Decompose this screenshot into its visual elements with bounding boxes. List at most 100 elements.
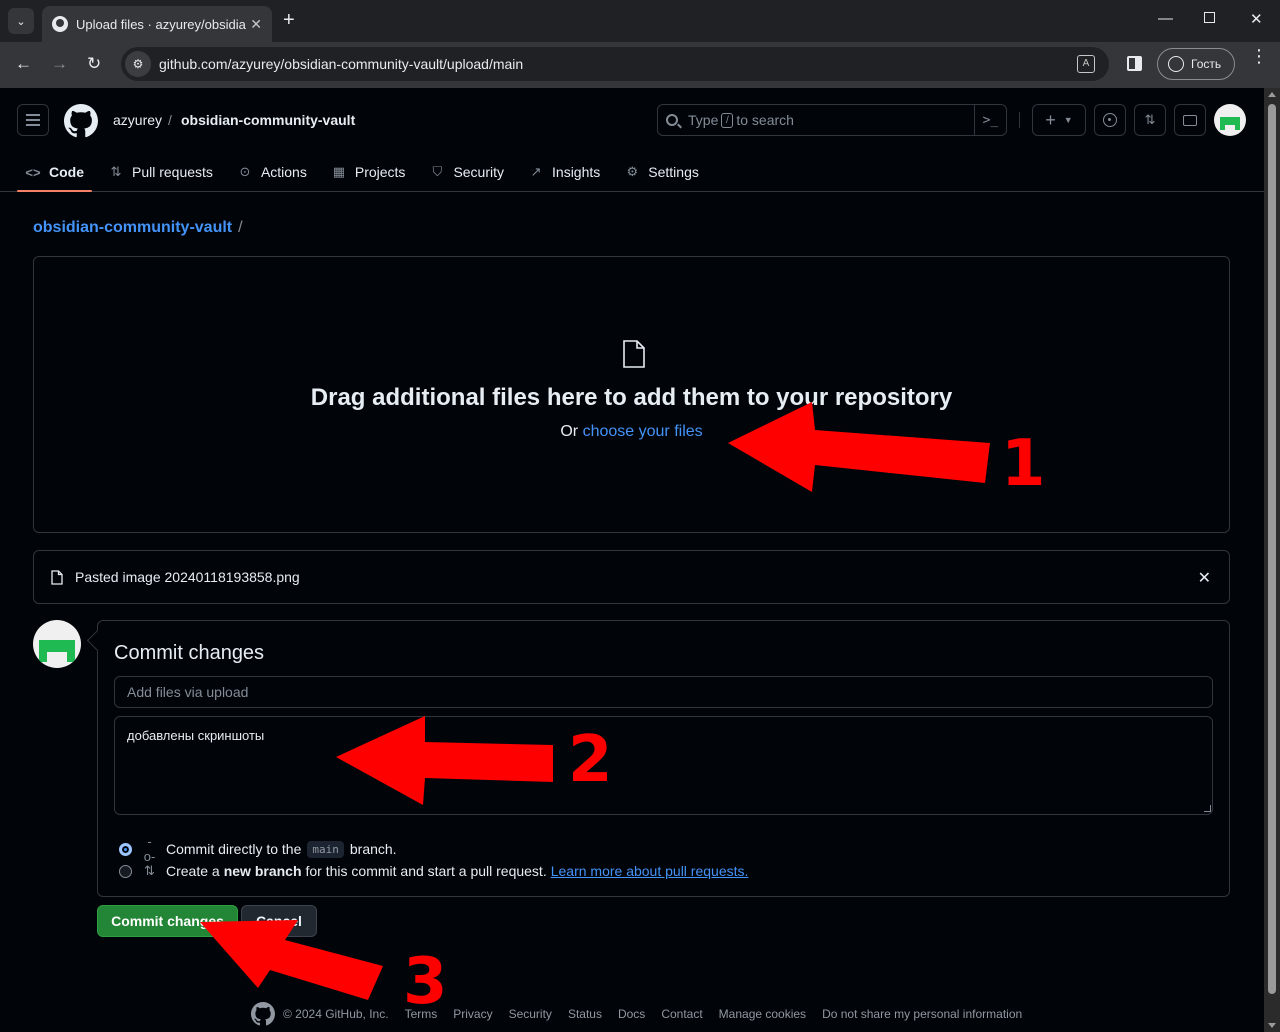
commit-description-textarea[interactable]: добавлены скриншоты	[114, 716, 1213, 815]
choose-files-link[interactable]: choose your files	[583, 423, 703, 440]
commit-direct-prefix: Commit directly to the	[166, 841, 302, 857]
footer-copyright: © 2024 GitHub, Inc.	[283, 1007, 389, 1021]
side-panel-icon[interactable]	[1127, 56, 1142, 71]
new-branch-bold: new branch	[223, 863, 302, 879]
commit-direct-option[interactable]: -o- Commit directly to the main branch.	[119, 834, 397, 864]
commit-new-branch-option[interactable]: ⇅ Create a new branch for this commit an…	[119, 863, 748, 879]
tab-label: Pull requests	[132, 164, 213, 180]
tab-settings[interactable]: ⚙ Settings	[616, 152, 707, 192]
breadcrumb: obsidian-community-vault /	[33, 219, 243, 237]
remove-file-icon[interactable]: ✕	[1198, 568, 1211, 588]
tab-search-button[interactable]: ⌄	[8, 8, 34, 34]
repo-name-link[interactable]: obsidian-community-vault	[181, 112, 355, 128]
commit-direct-suffix: branch.	[349, 841, 397, 857]
textarea-resize-handle[interactable]	[1204, 805, 1211, 812]
pull-requests-button[interactable]: ⇅	[1134, 104, 1166, 136]
file-drop-zone[interactable]: Drag additional files here to add them t…	[33, 256, 1230, 533]
browser-tab-active[interactable]: Upload files · azyurey/obsidian- ✕	[42, 6, 272, 42]
browser-menu-icon[interactable]: ⋮	[1250, 47, 1268, 65]
tab-security[interactable]: ⛉ Security	[421, 152, 512, 192]
tab-code[interactable]: <> Code	[17, 152, 92, 192]
annotation-label-3: 3	[403, 945, 448, 1019]
close-window-icon[interactable]: ✕	[1250, 10, 1263, 28]
committer-avatar	[33, 620, 81, 668]
footer-link-docs[interactable]: Docs	[618, 1007, 645, 1021]
tab-pull-requests[interactable]: ⇅ Pull requests	[100, 152, 221, 192]
github-header: azyurey / obsidian-community-vault Type …	[0, 88, 1264, 192]
new-branch-radio[interactable]	[119, 864, 132, 878]
tab-label: Code	[49, 164, 84, 180]
drop-zone-subtitle: Or choose your files	[34, 423, 1229, 441]
search-icon	[666, 114, 678, 126]
tab-label: Insights	[552, 164, 601, 180]
play-icon: ⊙	[239, 164, 251, 179]
new-tab-button[interactable]: +	[283, 10, 295, 30]
breadcrumb-repo-link[interactable]: obsidian-community-vault	[33, 219, 232, 236]
repo-owner-link[interactable]: azyurey	[113, 112, 162, 128]
user-avatar[interactable]	[1214, 104, 1246, 136]
tab-actions[interactable]: ⊙ Actions	[229, 152, 315, 192]
cancel-button[interactable]: Cancel	[241, 905, 317, 937]
global-nav-menu-button[interactable]	[17, 104, 49, 136]
translate-icon[interactable]: A	[1077, 55, 1095, 73]
commit-form-title: Commit changes	[114, 642, 265, 664]
maximize-window-icon[interactable]	[1204, 12, 1215, 23]
issues-button[interactable]	[1094, 104, 1126, 136]
url-text: github.com/azyurey/obsidian-community-va…	[159, 56, 524, 72]
back-arrow-icon[interactable]: ←	[15, 54, 32, 74]
scrollbar-thumb[interactable]	[1268, 104, 1276, 994]
triangle-down-icon: ▼	[1063, 115, 1073, 125]
file-icon	[51, 569, 63, 585]
search-input[interactable]: Type / to search >_	[657, 104, 1007, 136]
footer-link-manage-cookies[interactable]: Manage cookies	[719, 1007, 806, 1021]
git-pull-request-icon: ⇅	[110, 164, 122, 179]
browser-toolbar: ← → ↻ ⚙ github.com/azyurey/obsidian-comm…	[0, 42, 1280, 88]
repo-nav: <> Code ⇅ Pull requests ⊙ Actions ▦ Proj…	[17, 152, 715, 192]
file-icon	[623, 340, 645, 368]
footer-link-privacy[interactable]: Privacy	[453, 1007, 492, 1021]
tab-close-icon[interactable]: ✕	[250, 16, 262, 33]
annotation-label-2: 2	[568, 723, 613, 797]
drop-zone-title: Drag additional files here to add them t…	[310, 384, 953, 411]
git-commit-icon: -o-	[143, 834, 156, 864]
footer-link-contact[interactable]: Contact	[661, 1007, 702, 1021]
new-branch-prefix: Create a	[166, 863, 220, 879]
learn-more-pull-requests-link[interactable]: Learn more about pull requests.	[551, 863, 749, 879]
notifications-button[interactable]	[1174, 104, 1206, 136]
address-bar[interactable]: ⚙ github.com/azyurey/obsidian-community-…	[121, 47, 1109, 81]
new-branch-middle: for this commit and start a pull request…	[305, 863, 547, 879]
page-scrollbar[interactable]	[1264, 88, 1280, 1032]
tab-insights[interactable]: ↗ Insights	[520, 152, 608, 192]
table-icon: ▦	[332, 164, 345, 179]
command-palette-icon[interactable]: >_	[974, 105, 1006, 135]
footer-link-do-not-share[interactable]: Do not share my personal information	[822, 1007, 1022, 1021]
footer-link-status[interactable]: Status	[568, 1007, 602, 1021]
minimize-window-icon[interactable]: —	[1158, 10, 1173, 27]
scroll-up-arrow-icon[interactable]	[1268, 92, 1276, 97]
profile-button[interactable]: Гость	[1157, 48, 1235, 80]
tab-label: Actions	[260, 164, 307, 180]
page-footer: © 2024 GitHub, Inc. Terms Privacy Securi…	[251, 1002, 1038, 1026]
shield-icon: ⛉	[432, 164, 443, 179]
owner-repo-separator: /	[168, 112, 172, 128]
tab-projects[interactable]: ▦ Projects	[323, 152, 414, 192]
git-pull-request-icon: ⇅	[1144, 112, 1156, 127]
commit-changes-button[interactable]: Commit changes	[97, 905, 238, 937]
hamburger-icon	[26, 119, 40, 121]
reload-icon[interactable]: ↻	[87, 54, 101, 74]
issue-opened-icon	[1103, 113, 1117, 127]
github-logo-icon[interactable]	[251, 1002, 275, 1026]
commit-summary-input[interactable]	[114, 676, 1213, 708]
create-new-button[interactable]: + ▼	[1032, 104, 1086, 136]
search-placeholder-suffix: to search	[736, 112, 794, 128]
forward-arrow-icon[interactable]: →	[51, 54, 68, 74]
github-logo-icon[interactable]	[64, 104, 98, 138]
tab-title: Upload files · azyurey/obsidian-	[76, 16, 246, 32]
tab-label: Security	[453, 164, 505, 180]
site-settings-icon[interactable]: ⚙	[125, 51, 151, 77]
scroll-down-arrow-icon[interactable]	[1268, 1023, 1276, 1028]
commit-direct-radio[interactable]	[119, 842, 132, 856]
footer-link-security[interactable]: Security	[509, 1007, 552, 1021]
tab-label: Settings	[648, 164, 699, 180]
tab-label: Projects	[354, 164, 406, 180]
